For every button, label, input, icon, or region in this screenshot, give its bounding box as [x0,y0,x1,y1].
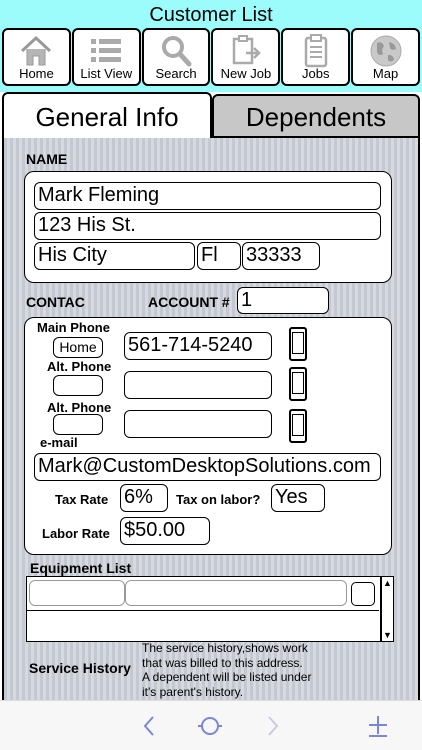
nav-search-button[interactable]: Search [141,28,211,86]
alt-phone1-field[interactable] [124,371,272,399]
labor-rate-label: Labor Rate [42,526,110,541]
equipment-row-divider [27,610,379,611]
nav-list-view-button[interactable]: List View [71,28,141,86]
equipment-list[interactable]: ▲ ▼ [26,576,394,642]
tax-on-labor-field[interactable]: Yes [271,484,325,512]
nav-new-job-label: New Job [220,66,272,81]
nav-new-job-button[interactable]: New Job [211,28,281,86]
nav-home-label: Home [19,66,54,81]
nav-map-label: Map [372,66,399,81]
tab-dependents[interactable]: Dependents [212,94,420,138]
main-phone-type-button[interactable]: Home [53,337,103,358]
zip-field[interactable]: 33333 [242,242,320,270]
plus-icon[interactable] [364,713,392,739]
circle-icon[interactable] [196,713,224,739]
nav-map-button[interactable]: Map [351,28,420,86]
chevron-left-icon[interactable] [136,713,164,739]
page-title: Customer List [149,4,273,26]
list-icon [91,39,122,62]
service-history-line: that was billed to this address. [142,655,303,670]
scrollbar-divider [380,577,382,641]
email-label: e-mail [40,435,78,450]
state-field[interactable]: Fl [197,242,241,270]
customer-name-field[interactable]: Mark Fleming [34,182,381,210]
nav-jobs-label: Jobs [301,66,330,81]
account-number-field[interactable]: 1 [237,287,329,314]
alt-phone1-call-icon[interactable] [289,367,307,401]
equipment-cell[interactable] [125,580,347,606]
header-bar: Customer List Home List View Search New … [0,0,422,92]
email-field[interactable]: Mark@CustomDesktopSolutions.com [34,453,381,481]
nav-search-label: Search [155,66,197,81]
alt-phone2-type-button[interactable] [53,414,103,435]
service-history-line: it's parent's history. [142,684,244,699]
equipment-list-label: Equipment List [30,560,132,576]
account-label: ACCOUNT # [148,294,230,310]
tax-rate-field[interactable]: 6% [120,484,168,512]
equipment-cell[interactable] [29,580,125,606]
tax-on-labor-label: Tax on labor? [176,492,261,507]
service-history-text: The service history,shows work that was … [142,641,311,699]
globe-icon [370,35,402,67]
nav-jobs-button[interactable]: Jobs [281,28,351,86]
alt-phone2-call-icon[interactable] [289,409,307,443]
general-info-panel: NAME Mark Fleming 123 His St. His City F… [2,138,420,700]
new-job-icon [232,35,261,65]
labor-rate-field[interactable]: $50.00 [120,517,210,545]
alt-phone2-label: Alt. Phone [47,400,112,415]
home-icon [21,35,52,66]
scroll-up-icon[interactable]: ▲ [383,578,392,588]
chevron-right-icon[interactable] [258,713,286,739]
service-history-label: Service History [29,660,131,676]
equipment-checkbox[interactable] [351,582,375,606]
main-phone-label: Main Phone [37,320,110,335]
tax-rate-label: Tax Rate [55,492,109,507]
scroll-down-icon[interactable]: ▼ [383,630,392,640]
city-field[interactable]: His City [34,242,195,270]
alt-phone1-label: Alt. Phone [47,359,112,374]
name-section-label: NAME [26,151,68,167]
alt-phone1-type-button[interactable] [53,375,103,396]
contact-section-label: CONTAC [26,294,85,310]
main-phone-field[interactable]: 561-714-5240 [124,332,272,360]
service-history-line: The service history,shows work [142,641,308,655]
main-phone-call-icon[interactable] [289,327,307,361]
bottom-toolbar [0,700,422,750]
clipboard-icon [304,34,327,68]
tab-bar: General Info Dependents [0,92,422,138]
tab-general-info[interactable]: General Info [2,92,212,138]
alt-phone2-field[interactable] [124,410,272,438]
nav-list-view-label: List View [80,66,133,81]
street-field[interactable]: 123 His St. [34,212,381,240]
nav-bar: Home List View Search New Job Jobs Map [2,28,420,86]
search-icon [162,36,192,67]
service-history-line: A dependent will be listed under [142,670,312,684]
nav-home-button[interactable]: Home [2,28,71,86]
